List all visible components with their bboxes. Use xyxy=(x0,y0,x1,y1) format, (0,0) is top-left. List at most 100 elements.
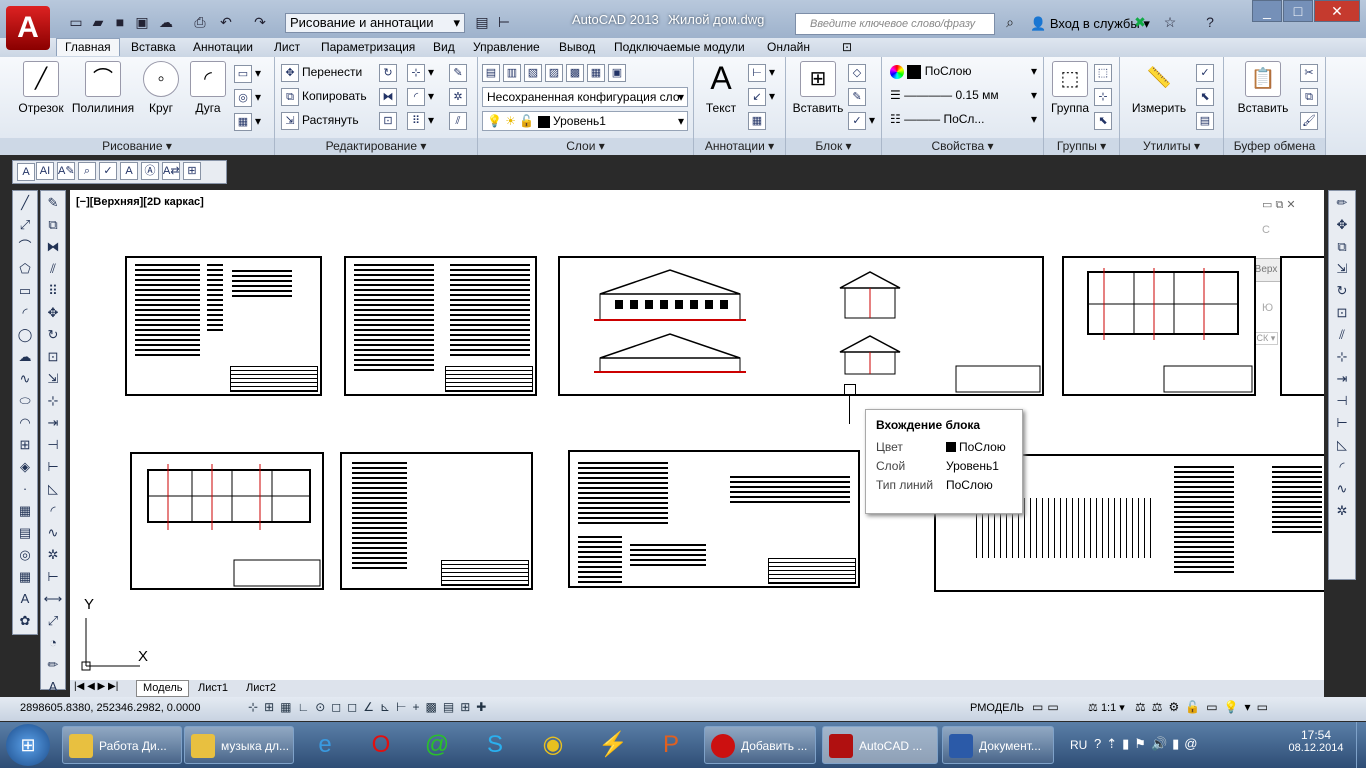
layer-icon[interactable]: ▤ xyxy=(472,12,492,32)
justify-text-icon[interactable]: A⇄ xyxy=(162,162,180,180)
move-icon[interactable]: ✥ xyxy=(42,302,64,323)
taskbar-item-active[interactable]: AutoCAD ... xyxy=(822,726,938,764)
block-panel-label[interactable]: Блок ▾ xyxy=(786,138,881,155)
attribute-button[interactable]: ✓ ▾ xyxy=(848,110,875,130)
clock[interactable]: 17:54 08.12.2014 xyxy=(1284,728,1348,754)
offset-icon[interactable]: ⫽ xyxy=(42,258,64,279)
model-space-toggle[interactable]: РМОДЕЛЬ xyxy=(970,702,1024,714)
join-icon[interactable]: ⊢ xyxy=(1331,412,1353,433)
layer-properties-icon[interactable]: ▤ xyxy=(482,63,500,82)
region-icon[interactable]: ◎ xyxy=(14,544,36,565)
skype-icon[interactable]: S xyxy=(470,726,520,764)
blend-icon[interactable]: ∿ xyxy=(1331,478,1353,499)
text-edit-icon[interactable]: A xyxy=(42,676,64,697)
calculator-button[interactable]: ▤ xyxy=(1196,110,1217,130)
stretch-icon[interactable]: ⇲ xyxy=(42,368,64,389)
explode-icon[interactable]: ✲ xyxy=(1331,500,1353,521)
open-file-icon[interactable]: ▰ xyxy=(88,12,108,32)
dimension-icon[interactable]: ⊢ xyxy=(42,566,64,587)
save-icon[interactable]: ■ xyxy=(110,12,130,32)
mirror-button[interactable]: ⧓ xyxy=(379,86,400,106)
copy-clip-button[interactable]: ⧉ xyxy=(1300,86,1321,106)
viewport-controls[interactable]: [−][Верхняя][2D каркас] xyxy=(76,196,204,208)
rectangle-button[interactable]: ▭ ▾ xyxy=(234,63,261,83)
layout-icons[interactable]: ▭▭ xyxy=(1032,700,1063,714)
viewcube-north[interactable]: С xyxy=(1262,224,1270,236)
language-indicator[interactable]: RU xyxy=(1070,738,1087,752)
dimension-button[interactable]: ⊢ ▾ xyxy=(748,62,775,82)
break-icon[interactable]: ⊣ xyxy=(42,434,64,455)
fillet-icon[interactable]: ◜ xyxy=(1331,456,1353,477)
multiline-text-icon[interactable]: A xyxy=(17,163,35,181)
trim-button[interactable]: ⊹ ▾ xyxy=(407,62,434,82)
scale-button[interactable]: ⊡ xyxy=(379,110,400,130)
single-line-text-icon[interactable]: AI xyxy=(36,162,54,180)
help-icon[interactable]: ? xyxy=(1200,12,1220,32)
winamp-icon[interactable]: ⚡ xyxy=(588,726,638,764)
tab-nav-first-icon[interactable]: |◀ ◀ ▶ ▶| xyxy=(74,681,118,692)
leader-button[interactable]: ↙ ▾ xyxy=(748,86,775,106)
ellipse-button[interactable]: ◎ ▾ xyxy=(234,87,261,107)
mirror-icon[interactable]: ⧓ xyxy=(42,236,64,257)
annotation-panel-label[interactable]: Аннотации ▾ xyxy=(694,138,785,155)
draw-panel-label[interactable]: Рисование ▾ xyxy=(0,138,274,155)
tab-sheet2[interactable]: Лист2 xyxy=(242,681,280,695)
binoculars-icon[interactable]: ⌕ xyxy=(1000,12,1020,32)
stretch-button[interactable]: ⇲ Растянуть xyxy=(281,110,359,130)
status-tray-icons[interactable]: ⚖⚖⚙🔓▭💡▾▭ xyxy=(1135,700,1274,714)
restore-icon[interactable]: ⧉ xyxy=(1275,199,1283,211)
tab-manage[interactable]: Управление xyxy=(473,38,540,56)
tab-model[interactable]: Модель xyxy=(136,680,190,697)
fillet-icon[interactable]: ◜ xyxy=(42,500,64,521)
close-button[interactable]: ✕ xyxy=(1314,0,1360,22)
taskbar-item[interactable]: Работа Ди... xyxy=(62,726,182,764)
text-style-icon[interactable]: A xyxy=(120,162,138,180)
explode-button[interactable]: ✲ xyxy=(449,86,470,106)
tab-home[interactable]: Главная xyxy=(56,38,120,56)
break-icon[interactable]: ⊣ xyxy=(1331,390,1353,411)
viewport-window-controls[interactable]: ▭ ⧉ ✕ xyxy=(1262,198,1296,212)
scale-text-icon[interactable]: Ⓐ xyxy=(141,162,159,180)
trim-icon[interactable]: ⊹ xyxy=(42,390,64,411)
powerpoint-icon[interactable]: P xyxy=(646,726,696,764)
exchange-icon[interactable]: ✖ xyxy=(1130,12,1150,32)
minimize-icon[interactable]: ▭ xyxy=(1262,199,1272,211)
hatch-icon[interactable]: ▦ xyxy=(14,500,36,521)
undo-icon[interactable]: ↶ xyxy=(216,12,236,32)
group-edit-button[interactable]: ⊹ xyxy=(1094,86,1115,106)
aligned-dim-icon[interactable]: ⤢ xyxy=(42,610,64,631)
polyline-button[interactable]: ⌒ Полилиния xyxy=(68,61,138,115)
copy-icon[interactable]: ⧉ xyxy=(42,214,64,235)
start-button[interactable]: ⊞ xyxy=(6,724,50,766)
erase-button[interactable]: ✎ xyxy=(449,62,470,82)
print-icon[interactable]: ⎙ xyxy=(190,12,210,32)
gradient-icon[interactable]: ▤ xyxy=(14,522,36,543)
move-icon[interactable]: ✥ xyxy=(1331,214,1353,235)
chamfer-icon[interactable]: ◺ xyxy=(1331,434,1353,455)
groups-panel-label[interactable]: Группы ▾ xyxy=(1044,138,1119,155)
circle-icon[interactable]: ◯ xyxy=(14,324,36,345)
trim-icon[interactable]: ⊹ xyxy=(1331,346,1353,367)
pencil-icon[interactable]: ✏ xyxy=(1331,192,1353,213)
tab-view[interactable]: Вид xyxy=(433,38,455,56)
insert-block-icon[interactable]: ⊞ xyxy=(14,434,36,455)
fillet-button[interactable]: ◜ ▾ xyxy=(407,86,434,106)
erase-icon[interactable]: ✎ xyxy=(42,192,64,213)
join-icon[interactable]: ⊢ xyxy=(42,456,64,477)
properties-panel-label[interactable]: Свойства ▾ xyxy=(882,138,1043,155)
save-as-icon[interactable]: ▣ xyxy=(132,12,152,32)
hatch-button[interactable]: ▦ ▾ xyxy=(234,111,261,131)
line-button[interactable]: ╱ Отрезок xyxy=(16,61,66,115)
ribbon-toggle-icon[interactable]: ⊡ xyxy=(842,38,852,56)
tab-plugins[interactable]: Подключаемые модули xyxy=(614,38,745,56)
cloud-icon[interactable]: ☁ xyxy=(156,12,176,32)
edit-block-button[interactable]: ✎ xyxy=(848,86,869,106)
rotate-button[interactable]: ↻ xyxy=(379,62,400,82)
array-icon[interactable]: ⠿ xyxy=(42,280,64,301)
opera-icon[interactable]: O xyxy=(356,726,406,764)
redo-icon[interactable]: ↷ xyxy=(250,12,270,32)
tab-layout[interactable]: Лист xyxy=(274,38,300,56)
model-space-canvas[interactable]: [−][Верхняя][2D каркас] ▭ ⧉ ✕ С Верх Ю М… xyxy=(70,190,1324,680)
paste-button[interactable]: 📋 Вставить xyxy=(1232,61,1294,115)
minimize-button[interactable]: _ xyxy=(1252,0,1282,22)
